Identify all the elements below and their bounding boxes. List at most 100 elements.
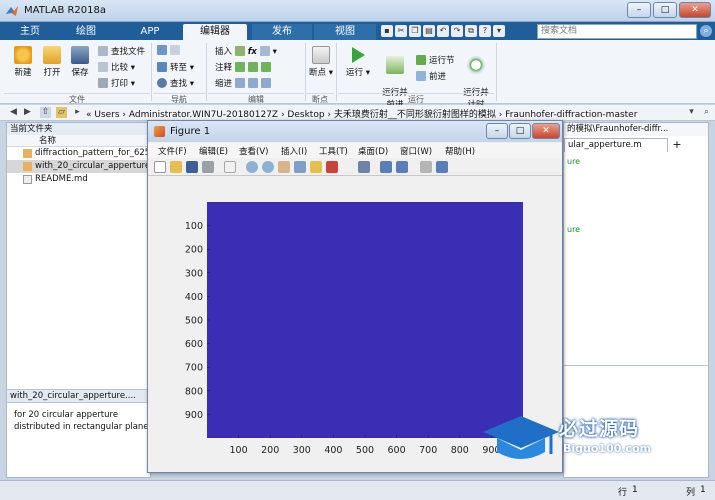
paste-quick-icon[interactable]: ▤ xyxy=(423,25,435,37)
tab-home[interactable]: 主页 xyxy=(8,24,52,40)
insert-colorbar-icon[interactable] xyxy=(380,161,392,173)
tab-apps[interactable]: APP xyxy=(124,24,176,40)
cut-quick-icon[interactable]: ✂ xyxy=(395,25,407,37)
tab-view[interactable]: 视图 xyxy=(314,24,376,40)
file-row[interactable]: README.md xyxy=(7,173,150,186)
save-button[interactable]: 保存 xyxy=(66,46,94,78)
open-file-icon[interactable] xyxy=(170,161,182,173)
editor-ribbon: 新建 打开 保存 查找文件 比较 ▾ 打印 ▾ 文件 转至 ▾ 查找 ▾ 导航 … xyxy=(0,40,715,110)
find-files-button[interactable]: 查找文件 xyxy=(98,45,145,57)
run-section-button[interactable]: 运行节 xyxy=(416,54,455,66)
switch-windows-icon[interactable]: ⧉ xyxy=(465,25,477,37)
file-row[interactable]: diffraction_pattern_for_625 xyxy=(7,147,150,160)
show-plot-tools-icon[interactable] xyxy=(436,161,448,173)
forward-icon[interactable]: ▶ xyxy=(22,107,33,118)
data-cursor-icon[interactable] xyxy=(310,161,322,173)
row-value: 1 xyxy=(632,485,638,495)
figure-close-button[interactable]: ✕ xyxy=(532,123,560,139)
redo-quick-icon[interactable]: ↷ xyxy=(451,25,463,37)
browse-folder-icon[interactable]: ▱ xyxy=(56,107,67,118)
breakpoints-group-label: 断点 xyxy=(306,93,334,104)
menu-edit[interactable]: 编辑(E) xyxy=(199,145,228,157)
zoom-in-icon[interactable] xyxy=(246,161,258,173)
goto-button[interactable]: 转至 ▾ xyxy=(157,61,194,73)
figure-minimize-button[interactable]: – xyxy=(486,123,508,139)
forward-arrow-icon xyxy=(170,45,180,55)
run-group-label: 运行 xyxy=(338,93,494,104)
y-tick-label: 900 xyxy=(185,410,203,421)
figure-menu-bar: 文件(F) 编辑(E) 查看(V) 插入(I) 工具(T) 桌面(D) 窗口(W… xyxy=(148,143,562,158)
menu-window[interactable]: 窗口(W) xyxy=(400,145,432,157)
link-plot-icon[interactable] xyxy=(358,161,370,173)
indent-button[interactable]: 缩进 xyxy=(215,77,274,89)
menu-desktop[interactable]: 桌面(D) xyxy=(358,145,388,157)
x-tick-label: 100 xyxy=(230,445,248,456)
insert-icon xyxy=(234,46,245,56)
save-figure-icon[interactable] xyxy=(186,161,198,173)
new-tab-button[interactable]: + xyxy=(670,138,684,152)
file-details-header[interactable]: with_20_circular_apperture.... xyxy=(7,389,150,403)
compare-button[interactable]: 比较 ▾ xyxy=(98,61,135,73)
main-tab-strip: 主页 绘图 APP 编辑器 发布 视图 ▪ ✂ ❐ ▤ ↶ ↷ ⧉? ▾ 搜索文档 ⌕ xyxy=(0,22,715,40)
tab-editor[interactable]: 编辑器 xyxy=(183,24,247,40)
folder-path[interactable]: « Users › Administrator.WIN7U-20180127Z … xyxy=(86,107,637,120)
run-button[interactable]: 运行 ▾ xyxy=(344,46,372,78)
dropdown-quick-icon[interactable]: ▾ xyxy=(493,25,505,37)
tab-publish[interactable]: 发布 xyxy=(252,24,312,40)
path-dropdown-icon[interactable]: ▾ xyxy=(686,107,697,118)
new-button[interactable]: 新建 xyxy=(8,46,38,78)
comment-button[interactable]: 注释 xyxy=(215,61,274,73)
open-button[interactable]: 打开 xyxy=(38,46,66,78)
menu-insert[interactable]: 插入(I) xyxy=(281,145,307,157)
path-search-icon[interactable]: ⌕ xyxy=(701,107,712,118)
menu-tools[interactable]: 工具(T) xyxy=(319,145,348,157)
nav-back-forward[interactable] xyxy=(157,45,183,56)
advance-icon xyxy=(416,71,426,81)
comment-percent-icon xyxy=(234,62,245,72)
advance-button[interactable]: 前进 xyxy=(416,70,446,82)
current-folder-panel: 当前文件夹 名称 diffraction_pattern_for_625 wit… xyxy=(6,122,151,478)
brush-icon[interactable] xyxy=(326,161,338,173)
y-tick-label: 300 xyxy=(185,268,203,279)
figure-maximize-button[interactable]: □ xyxy=(509,123,531,139)
breakpoints-button[interactable]: 断点 ▾ xyxy=(308,46,334,78)
maximize-button[interactable]: □ xyxy=(653,2,677,18)
editor-file-tab[interactable]: ular_apperture.m xyxy=(564,138,668,152)
y-tick-label: 500 xyxy=(185,316,203,327)
search-help-icon[interactable]: ⌕ xyxy=(700,25,712,37)
smart-indent-icon xyxy=(234,78,245,88)
pan-hand-icon[interactable] xyxy=(278,161,290,173)
menu-view[interactable]: 查看(V) xyxy=(239,145,268,157)
up-folder-icon[interactable]: ⇧ xyxy=(40,107,51,118)
help-quick-icon[interactable]: ? xyxy=(479,25,491,37)
print-figure-icon[interactable] xyxy=(202,161,214,173)
menu-file[interactable]: 文件(F) xyxy=(158,145,187,157)
run-time-stopwatch-icon xyxy=(467,56,485,74)
new-figure-icon[interactable] xyxy=(154,161,166,173)
insert-legend-icon[interactable] xyxy=(396,161,408,173)
save-quick-icon[interactable]: ▪ xyxy=(381,25,393,37)
x-tick-label: 500 xyxy=(356,445,374,456)
back-icon[interactable]: ◀ xyxy=(8,107,19,118)
insert-button[interactable]: 插入 fx ▾ xyxy=(215,45,277,57)
zoom-out-icon[interactable] xyxy=(262,161,274,173)
close-button[interactable]: ✕ xyxy=(679,2,711,18)
goto-icon xyxy=(157,62,167,72)
find-button[interactable]: 查找 ▾ xyxy=(157,77,194,89)
minimize-button[interactable]: – xyxy=(627,2,651,18)
file-row[interactable]: with_20_circular_apperture xyxy=(7,160,150,173)
edit-plot-pointer-icon[interactable] xyxy=(224,161,236,173)
copy-quick-icon[interactable]: ❐ xyxy=(409,25,421,37)
undo-quick-icon[interactable]: ↶ xyxy=(437,25,449,37)
breakpoints-icon xyxy=(312,46,330,64)
tab-plots[interactable]: 绘图 xyxy=(62,24,110,40)
name-column-header[interactable]: 名称 xyxy=(7,135,150,147)
figure-toolbar xyxy=(148,158,562,176)
menu-help[interactable]: 帮助(H) xyxy=(445,145,475,157)
rotate-3d-icon[interactable] xyxy=(294,161,306,173)
wrap-comment-icon xyxy=(260,62,271,72)
watermark-chinese-text: 必过源码 xyxy=(559,418,640,440)
search-documentation-input[interactable]: 搜索文档 xyxy=(537,24,697,39)
hide-plot-tools-icon[interactable] xyxy=(420,161,432,173)
print-button[interactable]: 打印 ▾ xyxy=(98,77,135,89)
